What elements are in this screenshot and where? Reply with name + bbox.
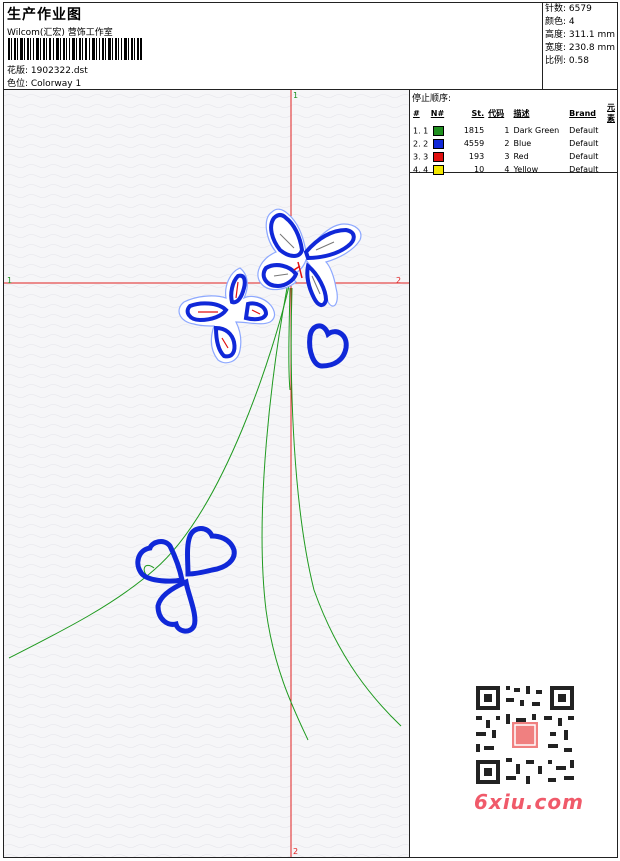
stop-sequence-panel: 停止顺序: # N# St. 代码 描述 Brand 元素 1. 1 1815 …	[410, 90, 617, 176]
colorway: 色位: Colorway 1	[7, 79, 82, 89]
row-desc: Blue	[513, 139, 532, 148]
col-index: #	[413, 108, 420, 118]
row-stitches: 10	[473, 165, 485, 174]
row-index: 3. 3	[413, 152, 429, 161]
col-stitches: St.	[471, 108, 485, 118]
table-row: 1. 1 1815 1 Dark Green Default	[411, 124, 617, 137]
color-swatch	[433, 151, 445, 162]
row-index: 4. 4	[413, 165, 429, 174]
row-stitches: 4559	[463, 139, 485, 148]
axis-label-top: 1	[293, 91, 299, 100]
row-brand: Default	[569, 165, 599, 174]
row-stitches: 193	[468, 152, 485, 161]
row-desc: Dark Green	[513, 126, 560, 135]
design-file: 花版: 1902322.dst	[7, 66, 88, 76]
row-brand: Default	[569, 139, 599, 148]
company-name: Wilcom(汇宏) 营饰工作室	[7, 28, 113, 38]
watermark-site: 6xiu.com	[474, 790, 584, 814]
stop-sequence-table: # N# St. 代码 描述 Brand 元素 1. 1 1815 1 Dark…	[411, 102, 617, 176]
page-title: 生产作业图	[7, 7, 82, 23]
row-code: 3	[504, 152, 510, 161]
col-desc: 描述	[513, 108, 530, 118]
row-code: 1	[504, 126, 510, 135]
table-row: 4. 4 10 4 Yellow Default	[411, 163, 617, 176]
color-swatch	[433, 164, 445, 175]
col-code: 代码	[488, 108, 505, 118]
row-desc: Red	[513, 152, 529, 161]
row-brand: Default	[569, 152, 599, 161]
sheet-header: 生产作业图 Wilcom(汇宏) 营饰工作室 花版: 1902322.dst 色…	[4, 3, 617, 90]
row-code: 4	[504, 165, 510, 174]
axis-label-bottom: 2	[293, 847, 299, 856]
row-desc: Yellow	[513, 165, 539, 174]
row-stitches: 1815	[463, 126, 485, 135]
col-brand: Brand	[569, 108, 597, 118]
axis-label-left: 1	[7, 276, 13, 285]
design-height: 高度: 311.1 mm	[545, 30, 616, 40]
row-code: 2	[504, 139, 510, 148]
embroidery-preview	[4, 90, 409, 857]
table-row: 3. 3 193 3 Red Default	[411, 150, 617, 163]
color-swatch	[433, 138, 445, 149]
color-swatch	[433, 125, 445, 136]
design-scale: 比例: 0.58	[545, 56, 589, 66]
qr-code-icon	[470, 680, 580, 790]
axis-label-right: 2	[396, 276, 402, 285]
color-count: 颜色: 4	[545, 17, 575, 27]
row-index: 2. 2	[413, 139, 429, 148]
design-width: 宽度: 230.8 mm	[545, 43, 616, 53]
design-canvas: 1 1 2 2	[4, 90, 410, 857]
info-panel: 针数: 6579 颜色: 4 高度: 311.1 mm 宽度: 230.8 mm…	[542, 3, 618, 89]
row-index: 1. 1	[413, 126, 429, 135]
col-needle: N#	[430, 108, 445, 118]
row-brand: Default	[569, 126, 599, 135]
barcode-icon	[8, 38, 142, 60]
stitch-count: 针数: 6579	[545, 4, 592, 14]
table-row: 2. 2 4559 2 Blue Default	[411, 137, 617, 150]
col-element: 元素	[607, 103, 615, 123]
